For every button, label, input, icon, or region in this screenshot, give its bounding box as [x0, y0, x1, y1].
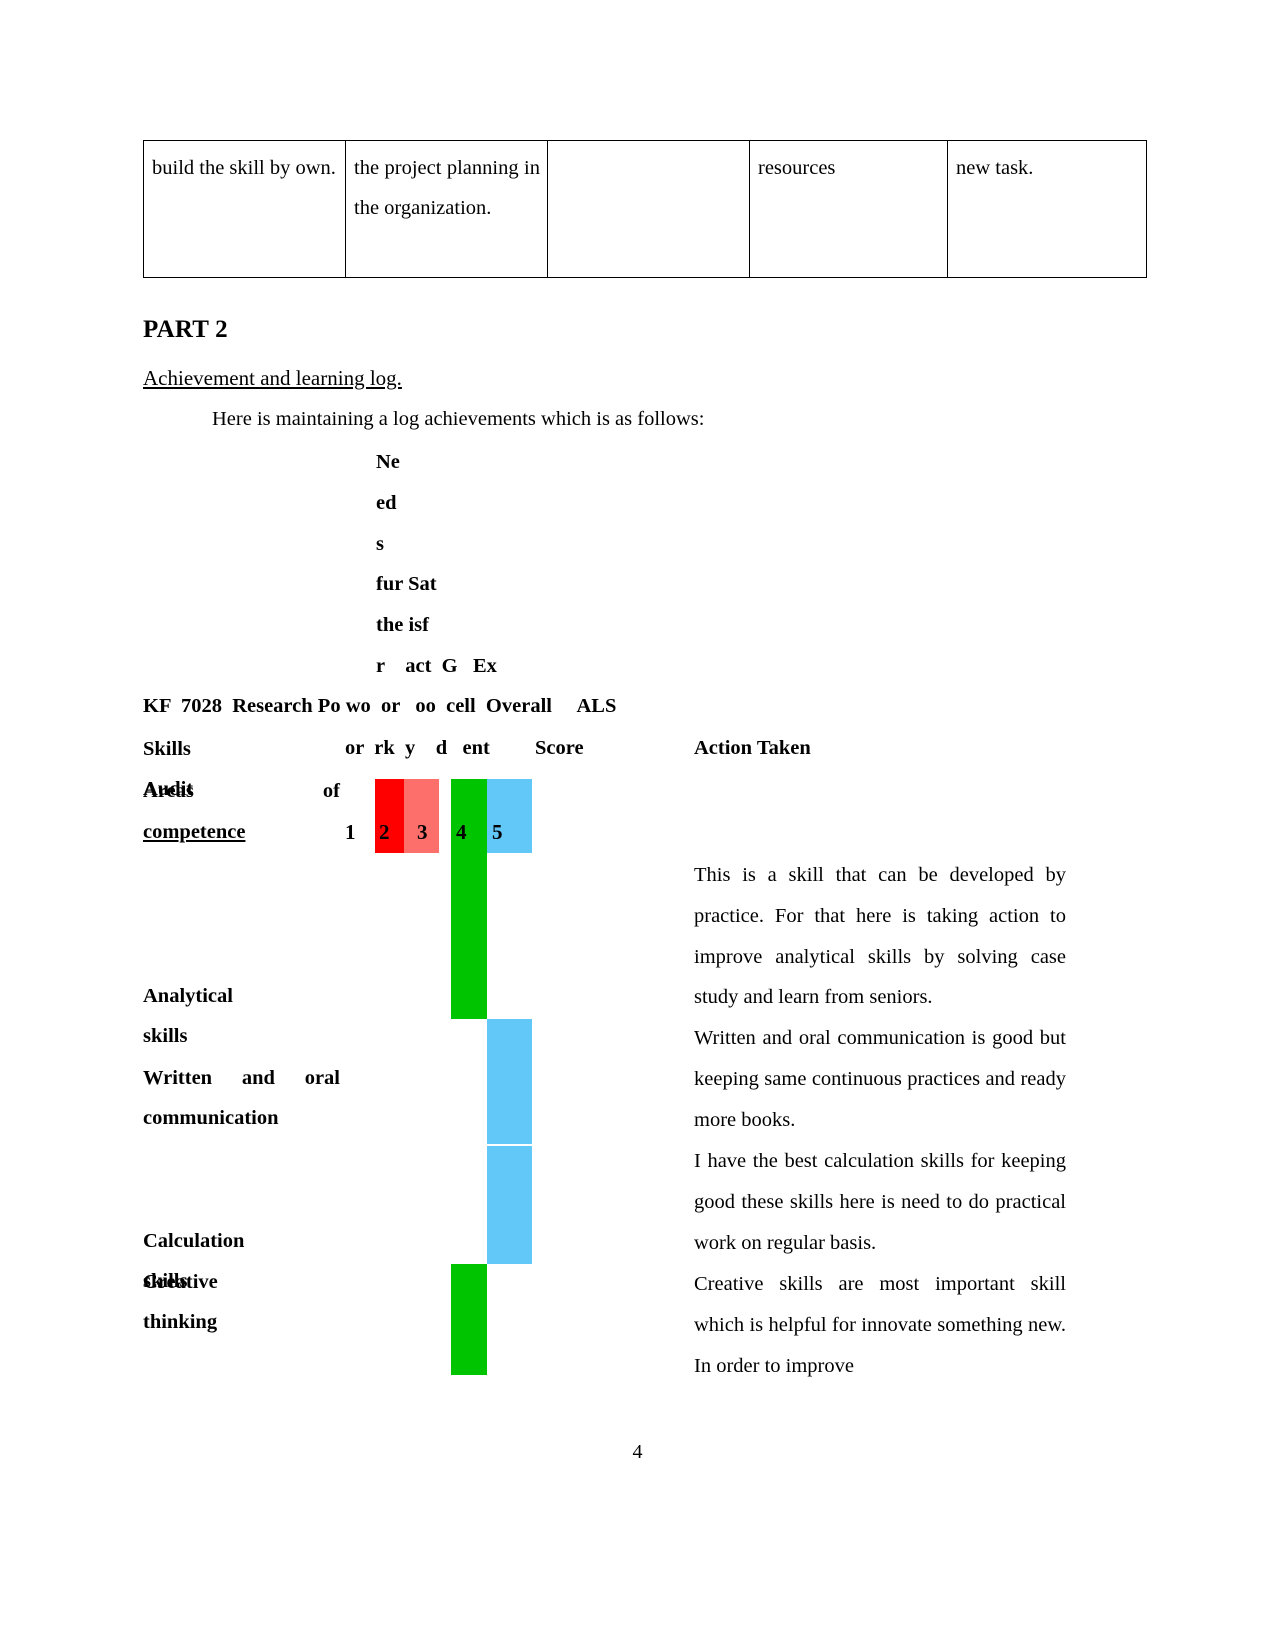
row-label-written-oral-communication: Written and oral communication [143, 1067, 340, 1129]
page-number: 4 [632, 1441, 643, 1463]
action-text-creative-thinking: Creative skills are most important skill… [694, 1273, 1066, 1377]
scale-number-3: 3 [417, 820, 428, 844]
areas-of-competence-label-line2: competence [143, 821, 246, 843]
vertical-header-line-5: the isf [376, 614, 429, 636]
action-text-analytical-skills: This is a skill that can be developed by… [694, 864, 1066, 1009]
scale-number-5: 5 [492, 820, 503, 844]
vertical-header-line-2: ed [376, 492, 397, 514]
continued-table: build the skill by own. the project plan… [143, 140, 1147, 278]
areas-of-competence-label-line1: Areas of [143, 780, 340, 802]
table-cell-empty [547, 140, 750, 278]
page-title: PART 2 [143, 316, 228, 343]
action-text-calculation-skills: I have the best calculation skills for k… [694, 1150, 1066, 1254]
matrix-header-row-top: KF 7028 Research Po wo or oo cell Overal… [143, 695, 617, 717]
table-cell-build-skill: build the skill by own. [143, 140, 346, 278]
section-subheading: Achievement and learning log. [143, 366, 402, 390]
rating-bar-calculation-skills [487, 1146, 532, 1264]
action-text-written-oral-communication: Written and oral communication is good b… [694, 1027, 1066, 1131]
scale-number-1: 1 [345, 820, 356, 844]
rating-bar-creative-thinking [451, 1264, 487, 1375]
row-label-analytical-skills: Analytical skills [143, 985, 233, 1047]
row-label-creative-thinking: Creative thinking [143, 1271, 218, 1333]
scale-number-4: 4 [456, 820, 467, 844]
vertical-header-line-1: Ne [376, 451, 400, 473]
matrix-header-score: Score [535, 737, 584, 759]
document-page: build the skill by own. the project plan… [0, 0, 1275, 1651]
rating-bar-written-oral-communication [487, 1019, 532, 1144]
table-cell-project-planning: the project planning in the organization… [345, 140, 548, 278]
vertical-header-line-3: s [376, 533, 384, 555]
rating-bar-analytical-skills [451, 853, 487, 1019]
intro-paragraph: Here is maintaining a log achievements w… [212, 408, 705, 430]
table-cell-resources: resources [749, 140, 948, 278]
matrix-header-action-taken: Action Taken [694, 737, 811, 759]
vertical-header-line-4: fur Sat [376, 573, 437, 595]
table-row: build the skill by own. the project plan… [143, 140, 1147, 278]
matrix-header-subcols: or rk y d ent [345, 737, 490, 759]
table-cell-new-task: new task. [947, 140, 1147, 278]
vertical-header-line-6: r act G Ex [376, 655, 497, 677]
scale-number-2: 2 [379, 820, 390, 844]
